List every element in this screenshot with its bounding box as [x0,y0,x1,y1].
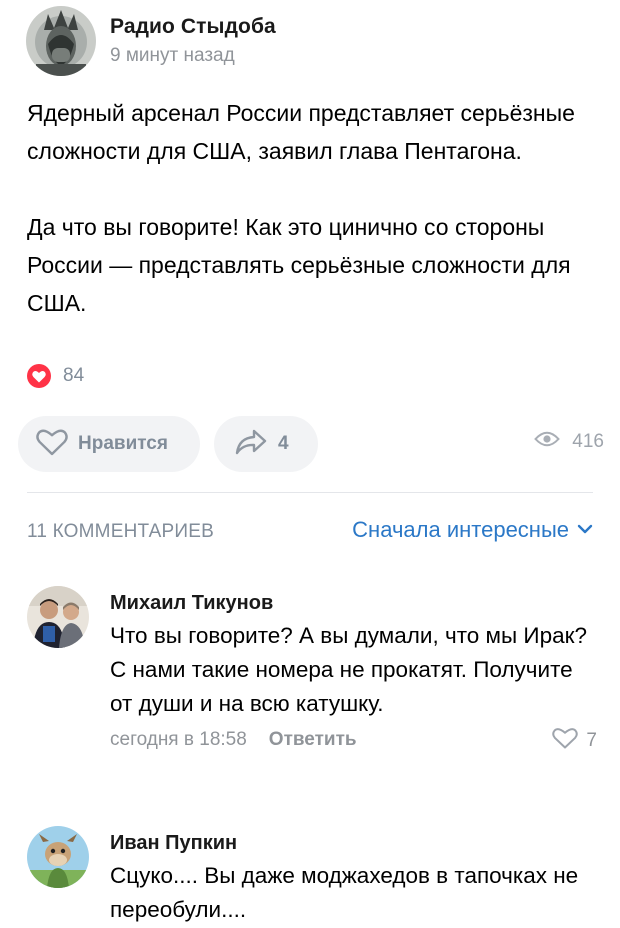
heart-outline-icon [552,727,579,754]
comment-item: Михаил Тикунов Что вы говорите? А вы дум… [27,586,597,786]
like-label: Нравится [78,433,168,454]
post-paragraph: Да что вы говорите! Как это цинично со с… [27,214,571,316]
post-paragraph: Ядерный арсенал России представляет серь… [27,100,575,164]
comment-like-button[interactable]: 7 [552,727,597,754]
comments-header: 11 КОММЕНТАРИЕВ Сначала интересные [27,517,593,547]
divider [27,492,593,493]
community-avatar[interactable] [26,6,96,76]
views-count: 416 [572,430,604,452]
reactions-summary[interactable]: 84 [27,364,84,388]
comment-text: Что вы говорите? А вы думали, что мы Ира… [110,623,587,716]
share-count: 4 [278,433,289,454]
post-time: 9 минут назад [110,45,235,66]
comment-likes-count: 7 [586,729,597,751]
chevron-down-icon [577,521,593,539]
share-button[interactable]: 4 [214,416,318,472]
sort-label: Сначала интересные [352,517,569,542]
comment-date: сегодня в 18:58 [110,729,247,750]
comment-author[interactable]: Михаил Тикунов [110,592,597,615]
comment-author[interactable]: Иван Пупкин [110,832,597,855]
comments-count: 11 КОММЕНТАРИЕВ [27,521,215,542]
post-action-bar: Нравится 4 416 [18,416,604,472]
views-counter: 416 [534,430,604,453]
share-icon [234,428,268,461]
comment-text: Сцуко.... Вы даже моджахедов в тапочках … [110,863,579,922]
reply-button[interactable]: Ответить [269,729,357,751]
post-text: Ядерный арсенал России представляет серь… [27,94,597,322]
like-button[interactable]: Нравится [18,416,200,472]
post-header: Радио Стыдоба 9 минут назад [26,6,276,76]
comment-item: Иван Пупкин Сцуко.... Вы даже моджахедов… [27,826,597,926]
avatar[interactable] [27,586,89,648]
heart-icon [27,364,51,388]
comment-meta: сегодня в 18:58 Ответить 7 [110,727,597,753]
heart-outline-icon [36,428,68,461]
reactions-count: 84 [63,365,85,386]
comments-sort-dropdown[interactable]: Сначала интересные [352,517,593,543]
post-author[interactable]: Радио Стыдоба [110,15,276,39]
avatar[interactable] [27,826,89,888]
eye-icon [534,430,561,453]
